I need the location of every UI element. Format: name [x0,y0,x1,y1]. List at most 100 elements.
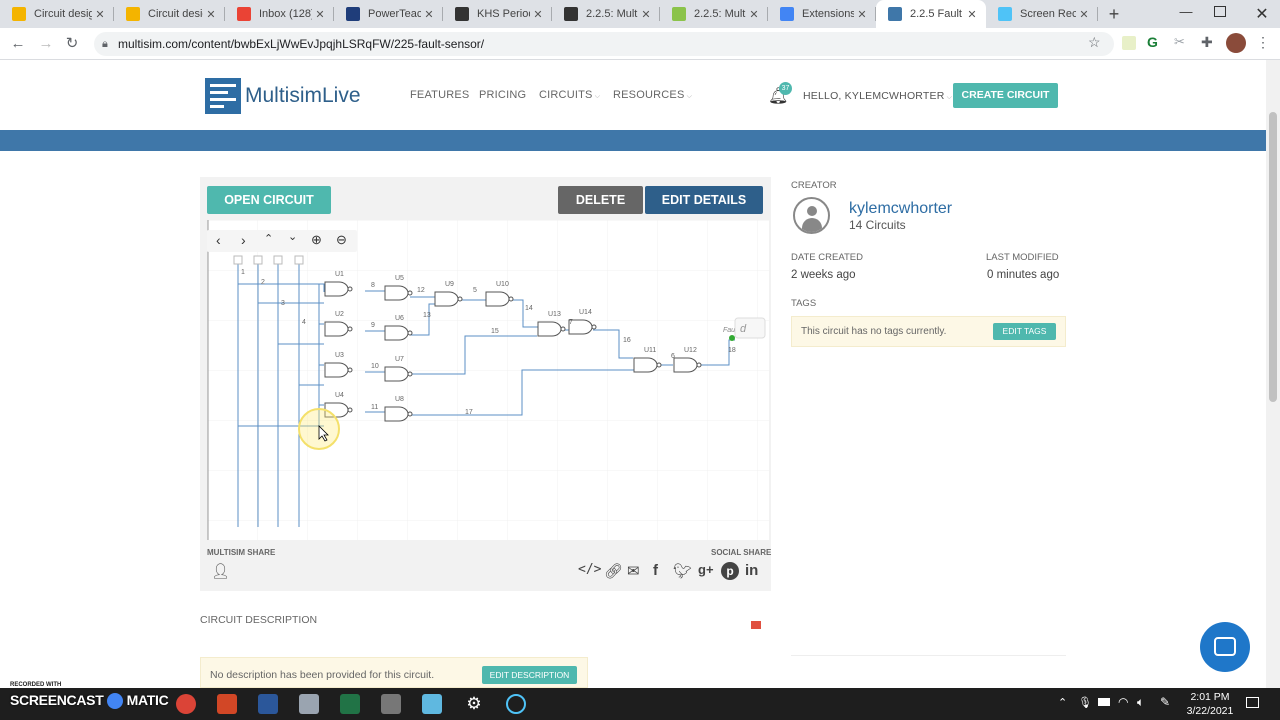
chevron-down-icon[interactable]: ⌄ [288,230,297,243]
nav-features[interactable]: FEATURES [410,89,469,101]
screen-recorder-icon[interactable] [506,694,526,714]
edit-details-button[interactable]: EDIT DETAILS [645,186,763,214]
clock-date[interactable]: 3/22/2021 [1184,705,1236,717]
creator-name-link[interactable]: kylemcwhorter [849,200,952,218]
user-share-icon[interactable]: 👤︎ [211,562,230,580]
minimize-button[interactable]: — [1176,4,1196,24]
tab-close-icon[interactable]: ✕ [638,8,654,21]
nand-gate[interactable] [485,291,510,307]
tab-close-icon[interactable]: ✕ [746,8,762,21]
twitter-icon[interactable]: 🐦︎ [673,562,692,580]
nand-gate[interactable] [324,281,349,297]
chevron-up-icon[interactable]: ⌃ [264,232,273,245]
delete-button[interactable]: DELETE [558,186,643,214]
browser-tab[interactable]: Extensions ✕ [768,0,876,28]
pen-icon[interactable]: ✎ [1160,695,1170,709]
chevron-left-icon[interactable]: ‹ [216,232,221,248]
close-window-button[interactable]: ✕ [1252,4,1272,24]
nand-gate[interactable] [384,406,409,422]
nand-gate[interactable] [434,291,459,307]
nand-gate[interactable] [537,321,562,337]
camera-icon[interactable] [299,694,319,714]
nand-gate[interactable] [324,362,349,378]
extension-icon-1[interactable] [1122,36,1136,50]
scrollbar-thumb[interactable] [1269,112,1277,402]
google-plus-icon[interactable]: g+ [698,562,714,577]
flag-icon[interactable] [751,621,761,629]
tab-close-icon[interactable]: ✕ [312,8,328,21]
edit-description-button[interactable]: EDIT DESCRIPTION [482,666,577,684]
excel-icon[interactable] [340,694,360,714]
notifications-icon[interactable] [1246,697,1259,708]
microphone-icon[interactable]: 🎙︎ [1078,696,1092,709]
facebook-icon[interactable]: f [653,562,658,579]
tray-chevron-up-icon[interactable]: ⌃ [1058,696,1067,709]
nand-gate[interactable] [384,325,409,341]
linkedin-icon[interactable]: in [745,562,758,579]
browser-tab[interactable]: PowerTeach✕ [334,0,443,28]
open-circuit-button[interactable]: OPEN CIRCUIT [207,186,331,214]
circuit-canvas[interactable]: U1 U5 U9 U10 U2 U6 U13 U14 U3 U7 U11 U12 U4 U8 1 2 3 4 8 12… [207,220,769,540]
embed-icon[interactable]: </> [578,562,601,577]
link-icon[interactable]: 🔗︎ [604,562,623,580]
logo-icon[interactable] [205,78,241,114]
create-circuit-button[interactable]: CREATE CIRCUIT [953,83,1058,108]
volume-icon[interactable]: 🔈︎ [1137,695,1144,710]
new-tab-button[interactable]: + [1104,4,1124,24]
clock-time[interactable]: 2:01 PM [1188,691,1232,703]
word-icon[interactable] [258,694,278,714]
wifi-icon[interactable]: ◠ [1118,695,1128,709]
chrome-icon[interactable] [176,694,196,714]
powerpoint-icon[interactable] [217,694,237,714]
tab-close-icon[interactable]: ✕ [530,8,546,21]
page-scrollbar[interactable] [1266,60,1280,688]
nand-gate[interactable] [384,285,409,301]
tab-close-icon[interactable]: ✕ [203,8,219,21]
tab-close-icon[interactable]: ✕ [1076,8,1092,21]
nand-gate[interactable] [673,357,698,373]
star-icon[interactable]: ☆ [1088,34,1101,51]
chevron-right-icon[interactable]: › [241,232,246,248]
zoom-out-icon[interactable]: ⊖ [336,232,347,248]
browser-tab[interactable]: Circuit desig ✕ [0,0,114,28]
forward-button[interactable]: → [36,34,56,54]
logo-text[interactable]: MultisimLive [245,84,361,108]
browser-tab[interactable]: Screen Reco✕ [986,0,1098,28]
nav-pricing[interactable]: PRICING [479,89,526,101]
browser-tab[interactable]: 2.2.5: Multis✕ [660,0,768,28]
maximize-button[interactable] [1214,6,1226,17]
nand-gate[interactable] [384,366,409,382]
tab-close-icon[interactable]: ✕ [92,8,108,21]
app-icon[interactable] [422,694,442,714]
reload-button[interactable]: ↻ [62,34,82,54]
nand-gate[interactable] [633,357,658,373]
back-button[interactable]: ← [8,34,28,54]
tab-close-icon[interactable]: ✕ [421,8,437,21]
calculator-icon[interactable] [381,694,401,714]
avatar[interactable] [793,197,830,234]
user-greeting[interactable]: HELLO, KYLEMCWHORTER ⌵ [803,90,952,102]
zoom-in-icon[interactable]: ⊕ [311,232,322,248]
puzzle-icon[interactable]: ✚ [1201,34,1213,51]
extension-icon-3[interactable]: ✂ [1174,34,1185,50]
settings-gear-icon[interactable]: ⚙ [464,694,484,714]
browser-tab[interactable]: 2.2.5 Fault S✕ [876,0,986,28]
browser-tab[interactable]: Circuit desig ✕ [114,0,225,28]
browser-tab[interactable]: KHS Period ✕ [443,0,552,28]
edit-tags-button[interactable]: EDIT TAGS [993,323,1056,340]
battery-icon[interactable] [1098,698,1110,706]
email-icon[interactable]: ✉ [627,562,640,580]
tab-close-icon[interactable]: ✕ [854,8,870,21]
pinterest-icon[interactable]: p [721,562,739,580]
browser-tab[interactable]: 2.2.5: Multis✕ [552,0,660,28]
nand-gate[interactable] [324,321,349,337]
profile-avatar[interactable] [1226,33,1246,53]
url-field[interactable]: 🔒︎ multisim.com/content/bwbExLjWwEvJpqjh… [94,32,1114,56]
nav-circuits[interactable]: CIRCUITS ⌵ [539,89,600,101]
tab-close-icon[interactable]: ✕ [964,8,980,21]
menu-icon[interactable]: ⋮ [1256,34,1270,51]
chat-button[interactable] [1200,622,1250,672]
nav-resources[interactable]: RESOURCES ⌵ [613,89,692,101]
extension-icon-2[interactable]: G [1147,34,1158,50]
browser-tab[interactable]: Inbox (128) ✕ [225,0,334,28]
